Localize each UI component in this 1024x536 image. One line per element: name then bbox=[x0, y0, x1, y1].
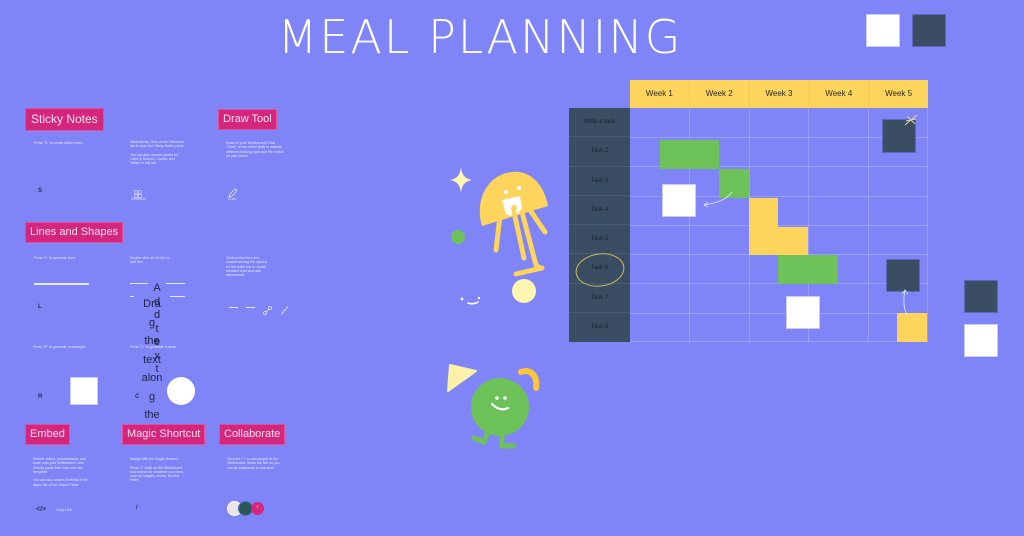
white-sticky-square[interactable] bbox=[866, 14, 900, 47]
elements-caption: Elements bbox=[131, 197, 146, 201]
dash-line-2[interactable] bbox=[246, 307, 255, 308]
draw-tool-instructions: Draw on your Whiteboard! Click "Draw" on… bbox=[226, 141, 284, 158]
drag-text-word: text bbox=[143, 353, 161, 366]
drag-text-word: the bbox=[144, 409, 160, 421]
magic-shortcut-instructions: Design with the Magic shortcut. Press "/… bbox=[130, 457, 184, 483]
embed-label: Embed bbox=[25, 424, 70, 445]
magic-key-slash: / bbox=[136, 505, 138, 511]
white-sticky-square[interactable] bbox=[964, 324, 998, 357]
week-header: Week 3 bbox=[750, 80, 810, 108]
yellow-bar-task5[interactable] bbox=[749, 227, 808, 255]
week-header-row: Week 1 Week 2 Week 3 Week 4 Week 5 bbox=[630, 80, 928, 108]
sample-line-short[interactable] bbox=[130, 296, 134, 297]
scribble-star-icon bbox=[904, 114, 918, 126]
sample-rectangle[interactable] bbox=[70, 377, 98, 405]
sticky-notes-instructions: Press "S" to create sticky notes. bbox=[34, 141, 84, 145]
rectangle-instructions: Press "R" to generate a rectangle. bbox=[33, 345, 86, 349]
connector-line-icon[interactable] bbox=[263, 302, 272, 315]
task-label[interactable]: Task 8 bbox=[569, 313, 630, 342]
drag-text-word: g bbox=[148, 316, 156, 329]
week-header: Week 5 bbox=[885, 89, 913, 98]
task-column: Write a task Task 2 Task 3 Task 4 Task 5… bbox=[569, 108, 630, 342]
green-bar-task6[interactable] bbox=[778, 255, 838, 284]
circle-key-c: C bbox=[135, 394, 140, 400]
cream-circle bbox=[512, 279, 536, 303]
navy-sticky-square[interactable] bbox=[964, 280, 998, 313]
navy-sticky-square[interactable] bbox=[912, 14, 946, 47]
circle-instructions: Press "C" to generate a circle. bbox=[130, 345, 177, 349]
page-title: MEAL PLANNING bbox=[277, 10, 683, 64]
green-dot bbox=[451, 230, 465, 244]
sample-line-short-right[interactable] bbox=[170, 296, 185, 297]
green-bar-task2[interactable] bbox=[660, 140, 719, 169]
task-label[interactable]: Write a task bbox=[569, 108, 630, 138]
week-header: Week 2 bbox=[690, 80, 750, 108]
elements-icon bbox=[134, 185, 142, 198]
yellow-bar-task8[interactable] bbox=[897, 313, 927, 342]
hand-drawn-circle-task6 bbox=[575, 253, 625, 287]
pencil-icon bbox=[228, 185, 238, 198]
sample-circle[interactable] bbox=[167, 377, 195, 405]
drag-text-word: alon bbox=[141, 372, 163, 384]
sticky-notes-label: Sticky Notes bbox=[25, 108, 104, 131]
lines-instructions: Press "L" to generate lines. bbox=[34, 256, 77, 260]
small-face-icon bbox=[460, 296, 481, 305]
collaborate-label: Collaborate bbox=[219, 424, 286, 445]
embed-instructions: Embed videos, presentations, and more on… bbox=[33, 457, 89, 487]
jellyfish-character bbox=[479, 171, 548, 277]
week-header: Week 1 bbox=[630, 80, 690, 108]
white-sticky-note[interactable] bbox=[786, 296, 820, 329]
copy-link-caption: Copy Link bbox=[56, 508, 72, 512]
week-header: Week 4 bbox=[809, 80, 870, 108]
embed-code-icon: </> bbox=[36, 506, 47, 513]
task-label[interactable]: Task 4 bbox=[569, 196, 630, 225]
hand-drawn-arrow-up-icon bbox=[901, 289, 909, 316]
hand-drawn-arrow-icon bbox=[703, 191, 733, 208]
magic-shortcut-label: Magic Shortcut bbox=[122, 424, 206, 445]
sample-line[interactable] bbox=[34, 283, 89, 285]
drag-text-word: Dra bbox=[143, 298, 161, 310]
elbow-line-instructions: Click on the lines and choose among the … bbox=[226, 256, 268, 278]
green-blob-character bbox=[471, 378, 529, 449]
collaborate-instructions: Click the "+" to add people to the White… bbox=[227, 457, 280, 470]
task-label[interactable]: Task 3 bbox=[569, 167, 630, 196]
task-label[interactable]: Task 2 bbox=[569, 137, 630, 167]
rect-key-r: R bbox=[38, 394, 43, 400]
sticky-key-s: S bbox=[38, 188, 43, 194]
white-sticky-note[interactable] bbox=[662, 184, 696, 217]
dash-line-1[interactable] bbox=[229, 307, 238, 308]
lines-key-l: L bbox=[38, 304, 42, 310]
elements-instructions: Alternatively, click on the Elements tab… bbox=[130, 140, 185, 166]
draw-caption: Draw bbox=[228, 197, 237, 201]
line-text-instructions: Double click on the line to add text. bbox=[130, 256, 170, 265]
draw-tool-label: Draw Tool bbox=[218, 109, 277, 130]
add-collaborator-button[interactable]: + bbox=[251, 502, 264, 515]
drag-text-word: g bbox=[148, 390, 156, 403]
drag-text-vertical[interactable]: Dra g the text alon g the bbox=[137, 295, 167, 425]
yellow-bar-task4[interactable] bbox=[749, 198, 778, 227]
add-text-char: A bbox=[153, 282, 161, 294]
curved-line-icon[interactable] bbox=[280, 302, 289, 315]
lines-and-shapes-label: Lines and Shapes bbox=[25, 222, 124, 243]
sparkle-icon bbox=[450, 167, 472, 193]
